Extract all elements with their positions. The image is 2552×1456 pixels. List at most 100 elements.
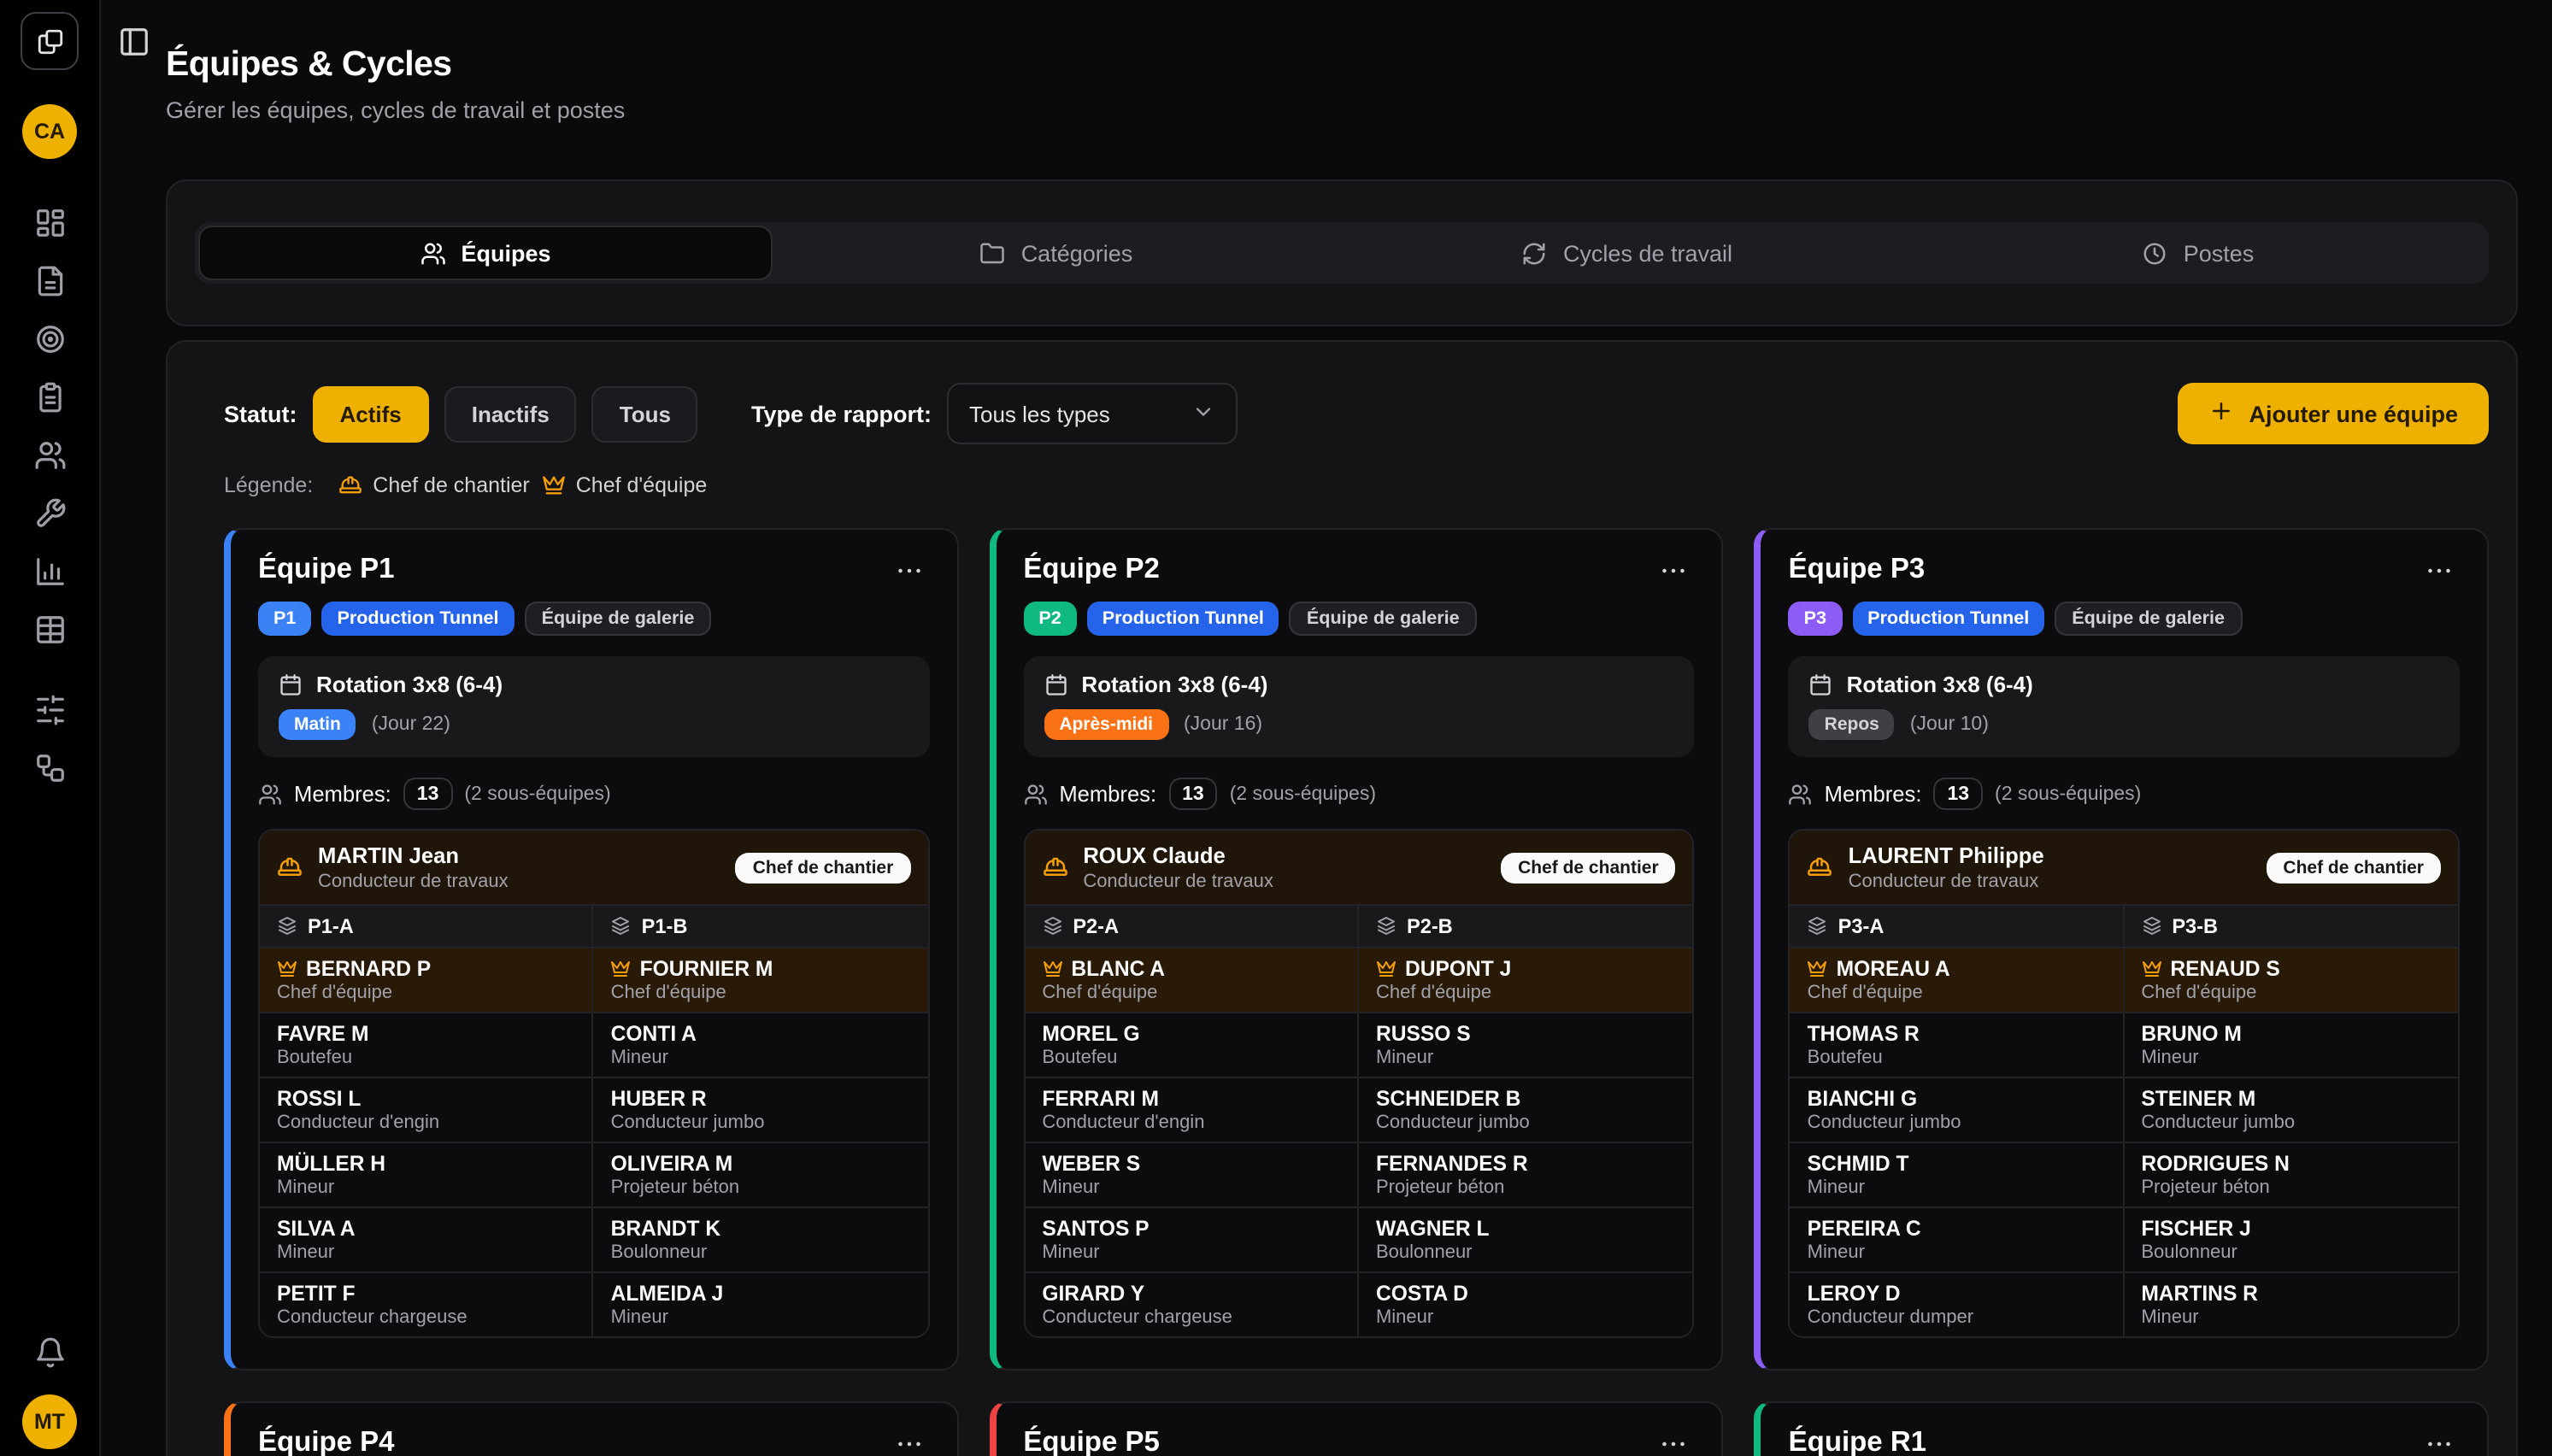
team-grid: Équipe P1P1Production TunnelÉquipe de ga… (224, 528, 2489, 1456)
site-manager-badge: Chef de chantier (2266, 852, 2441, 883)
add-team-button[interactable]: Ajouter une équipe (2177, 383, 2489, 444)
status-filter-actifs[interactable]: Actifs (313, 385, 429, 442)
dashboard-icon (33, 207, 66, 239)
chevron-down-icon (1191, 399, 1215, 423)
layers-icon (1376, 916, 1397, 936)
crown-icon (1808, 959, 1828, 979)
sidebar-item-sliders[interactable] (32, 694, 67, 728)
site-manager-row: ROUX ClaudeConducteur de travauxChef de … (1025, 831, 1692, 904)
subteam-header: P1-A (260, 904, 594, 947)
site-manager-row: LAURENT PhilippeConducteur de travauxChe… (1791, 831, 2458, 904)
roster-cell: BERNARD PChef d'équipe (260, 947, 594, 1012)
members-row: Membres:13(2 sous-équipes) (258, 778, 929, 810)
users-icon (420, 240, 445, 266)
sidebar-item-table[interactable] (32, 614, 67, 648)
roster-cell: HUBER RConducteur jumbo (594, 1077, 928, 1142)
hard-hat-icon (1808, 854, 1833, 880)
user-avatar-bottom[interactable]: MT (22, 1394, 77, 1449)
hard-hat-icon (277, 854, 303, 880)
sidebar-item-users[interactable] (32, 439, 67, 473)
status-filter-tous[interactable]: Tous (592, 385, 698, 442)
status-filter-inactifs[interactable]: Inactifs (444, 385, 577, 442)
team-card-r1: Équipe R1R1Production RevêtementÉquipe d… (1755, 1401, 2489, 1456)
roster-cell: LEROY DConducteur dumper (1791, 1271, 2125, 1336)
chart-icon (33, 555, 66, 588)
roster-cell: SILVA AMineur (260, 1206, 594, 1271)
team-card-p5: Équipe P5P5Production TunnelÉquipe de ga… (989, 1401, 1723, 1456)
filter-row: Statut: ActifsInactifsTous Type de rappo… (224, 383, 2489, 444)
legend-row: Légende: Chef de chantierChef d'équipe (224, 473, 2489, 497)
roster-cell: RENAUD SChef d'équipe (2124, 947, 2458, 1012)
team-menu-button[interactable] (1654, 555, 1695, 585)
tab-categories[interactable]: Catégories (771, 227, 1342, 279)
hard-hat-icon (1042, 854, 1067, 880)
subteam-header: P2-B (1359, 904, 1693, 947)
sidebar-item-chart[interactable] (32, 555, 67, 590)
users-icon (258, 782, 282, 806)
tab-postes[interactable]: Postes (1913, 227, 2484, 279)
user-avatar-top[interactable]: CA (22, 104, 77, 159)
rotation-box: Rotation 3x8 (6-4)Après-midi(Jour 16) (1023, 656, 1694, 757)
folder-icon (980, 240, 1006, 266)
team-code-badge: P1 (258, 602, 311, 636)
sidebar-item-dashboard[interactable] (32, 207, 67, 241)
member-count-badge: 13 (1933, 778, 1983, 810)
ellipsis-icon (1659, 555, 1690, 585)
sidebar-item-file-text[interactable] (32, 265, 67, 299)
sidebar: CA MT (0, 0, 101, 1456)
status-label: Statut: (224, 401, 297, 426)
crown-icon (1042, 959, 1062, 979)
shift-badge: Repos (1809, 709, 1895, 740)
team-card-p4: Équipe P4P4Production TunnelÉquipe de ga… (224, 1401, 958, 1456)
roster-cell: MARTINS RMineur (2124, 1271, 2458, 1336)
cycle-day: (Jour 10) (1910, 714, 1989, 735)
legend-label: Légende: (224, 473, 313, 497)
file-text-icon (33, 265, 66, 297)
roster-table: ROUX ClaudeConducteur de travauxChef de … (1023, 829, 1694, 1338)
layers-icon (1808, 916, 1828, 936)
notifications-button[interactable] (32, 1336, 67, 1371)
roster-cell: SANTOS PMineur (1025, 1206, 1359, 1271)
subteam-note: (2 sous-équipes) (464, 784, 610, 804)
roster-cell: COSTA DMineur (1359, 1271, 1693, 1336)
roster-cell: FERNANDES RProjeteur béton (1359, 1142, 1693, 1206)
team-menu-button[interactable] (2419, 555, 2460, 585)
sidebar-item-workflow[interactable] (32, 752, 67, 786)
refresh-icon (1522, 240, 1548, 266)
hard-hat-icon (338, 473, 362, 497)
team-menu-button[interactable] (1654, 1428, 1695, 1456)
roster-cell: MOREL GBoutefeu (1025, 1012, 1359, 1077)
site-manager-row: MARTIN JeanConducteur de travauxChef de … (260, 831, 927, 904)
wrench-icon (33, 497, 66, 530)
sidebar-item-wrench[interactable] (32, 497, 67, 531)
site-manager-role: Conducteur de travaux (318, 872, 720, 892)
site-manager-name: LAURENT Philippe (1849, 842, 2251, 868)
roster-table: MARTIN JeanConducteur de travauxChef de … (258, 829, 929, 1338)
roster-cell: BRUNO MMineur (2124, 1012, 2458, 1077)
team-code-badge: P3 (1789, 602, 1842, 636)
tab-cycles-de-travail[interactable]: Cycles de travail (1342, 227, 1913, 279)
crown-icon (542, 473, 566, 497)
team-menu-button[interactable] (888, 555, 929, 585)
roster-cell: SCHMID TMineur (1791, 1142, 2125, 1206)
layers-icon (2141, 916, 2161, 936)
sidebar-toggle-button[interactable] (115, 24, 154, 63)
workflow-icon (33, 752, 66, 784)
crown-icon (2141, 959, 2161, 979)
team-card-p2: Équipe P2P2Production TunnelÉquipe de ga… (989, 528, 1723, 1371)
team-menu-button[interactable] (2419, 1428, 2460, 1456)
chevron-down-icon (1191, 399, 1215, 428)
sidebar-item-clipboard[interactable] (32, 381, 67, 415)
subteam-header: P2-A (1025, 904, 1359, 947)
team-name: Équipe P3 (1789, 554, 1926, 586)
tab-equipes[interactable]: Équipes (200, 227, 771, 279)
report-type-select[interactable]: Tous les types (947, 383, 1238, 444)
sidebar-item-target[interactable] (32, 323, 67, 357)
roster-cell: ROSSI LConducteur d'engin (260, 1077, 594, 1142)
team-menu-button[interactable] (888, 1428, 929, 1456)
crown-icon (277, 959, 297, 979)
site-manager-name: ROUX Claude (1083, 842, 1485, 868)
team-category-badge: Équipe de galerie (525, 602, 712, 636)
member-count-badge: 13 (403, 778, 453, 810)
site-manager-badge: Chef de chantier (736, 852, 911, 883)
